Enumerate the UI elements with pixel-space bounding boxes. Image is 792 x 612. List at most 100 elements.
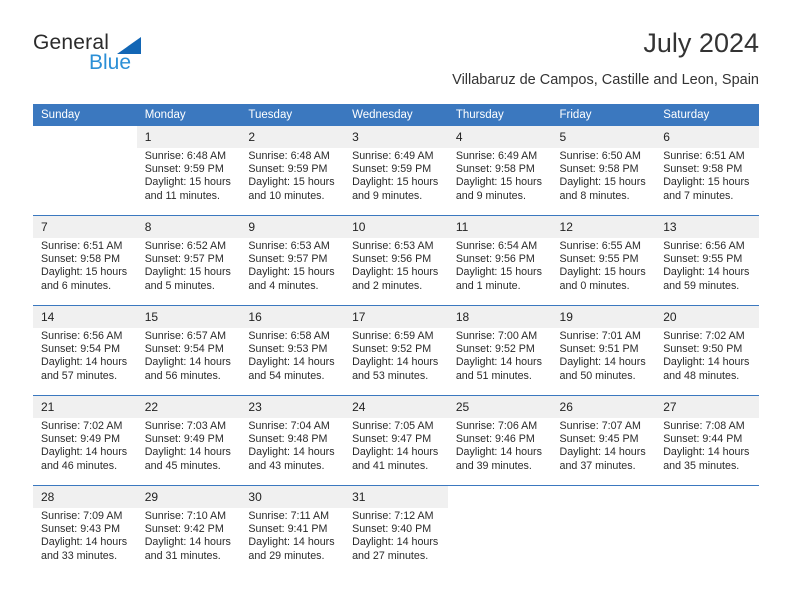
sunset-text: Sunset: 9:47 PM <box>352 433 432 446</box>
sunrise-text: Sunrise: 7:12 AM <box>352 510 434 522</box>
calendar-day-cell[interactable]: 7 Sunrise: 6:51 AM Sunset: 9:58 PM Daylight… <box>33 215 137 306</box>
calendar-day-cell[interactable]: 20 Sunrise: 7:02 AM Sunset: 9:50 PM Dayligh… <box>655 305 759 396</box>
day-number: 19 <box>551 306 656 328</box>
day-number: 8 <box>136 216 241 238</box>
calendar-day-cell[interactable]: 29 Sunrise: 7:10 AM Sunset: 9:42 PM Dayligh… <box>136 485 241 575</box>
calendar-day-cell[interactable]: 10 Sunrise: 6:53 AM Sunset: 9:56 PM Dayligh… <box>344 215 448 306</box>
page-subtitle-location: Villabaruz de Campos, Castille and Leon,… <box>452 72 759 88</box>
day-cell-inner: 3 Sunrise: 6:49 AM Sunset: 9:59 PM Daylight… <box>344 126 448 215</box>
daylight-text-line2: and 29 minutes. <box>248 549 325 562</box>
daylight-text-line1: Daylight: 14 hours <box>41 536 128 549</box>
daylight-text-line1: Daylight: 14 hours <box>663 446 750 459</box>
daylight-text-line1: Daylight: 15 hours <box>144 266 231 279</box>
calendar-day-cell[interactable]: 30 Sunrise: 7:11 AM Sunset: 9:41 PM Dayligh… <box>240 485 345 575</box>
day-number: 22 <box>136 396 241 418</box>
column-header-saturday: Saturday <box>655 104 759 126</box>
calendar-day-cell[interactable]: 15 Sunrise: 6:57 AM Sunset: 9:54 PM Dayligh… <box>136 305 241 396</box>
calendar-day-cell[interactable]: 4 Sunrise: 6:49 AM Sunset: 9:58 PM Daylight… <box>447 126 552 216</box>
column-header-wednesday: Wednesday <box>344 104 448 126</box>
daylight-text-line2: and 48 minutes. <box>663 369 740 382</box>
sunrise-text: Sunrise: 6:56 AM <box>41 330 123 342</box>
day-cell-inner: 4 Sunrise: 6:49 AM Sunset: 9:58 PM Daylight… <box>447 126 552 215</box>
day-sun-info: Sunrise: 7:01 AM Sunset: 9:51 PM Daylight:… <box>552 328 656 383</box>
calendar-day-cell[interactable]: 22 Sunrise: 7:03 AM Sunset: 9:49 PM Dayligh… <box>136 395 241 486</box>
day-cell-inner: 5 Sunrise: 6:50 AM Sunset: 9:58 PM Daylight… <box>551 126 656 215</box>
day-sun-info: Sunrise: 6:53 AM Sunset: 9:56 PM Daylight:… <box>344 238 448 293</box>
calendar-day-cell[interactable]: 11 Sunrise: 6:54 AM Sunset: 9:56 PM Dayligh… <box>447 215 552 306</box>
sunset-text: Sunset: 9:50 PM <box>663 343 743 356</box>
calendar-day-cell[interactable]: 5 Sunrise: 6:50 AM Sunset: 9:58 PM Daylight… <box>551 126 656 216</box>
calendar-cell-empty <box>551 485 656 575</box>
day-cell-inner <box>551 486 656 575</box>
calendar-day-cell[interactable]: 16 Sunrise: 6:58 AM Sunset: 9:53 PM Dayligh… <box>240 305 345 396</box>
sunrise-text: Sunrise: 7:04 AM <box>248 420 330 432</box>
daylight-text-line1: Daylight: 14 hours <box>559 446 646 459</box>
daylight-text-line2: and 4 minutes. <box>248 279 319 292</box>
sunset-text: Sunset: 9:59 PM <box>352 163 432 176</box>
daylight-text-line1: Daylight: 15 hours <box>352 176 439 189</box>
day-cell-inner: 12 Sunrise: 6:55 AM Sunset: 9:55 PM Dayligh… <box>551 216 656 305</box>
calendar-day-cell[interactable]: 9 Sunrise: 6:53 AM Sunset: 9:57 PM Daylight… <box>240 215 345 306</box>
daylight-text-line2: and 31 minutes. <box>144 549 221 562</box>
calendar-day-cell[interactable]: 12 Sunrise: 6:55 AM Sunset: 9:55 PM Dayligh… <box>551 215 656 306</box>
sunrise-text: Sunrise: 6:59 AM <box>352 330 434 342</box>
daylight-text-line1: Daylight: 14 hours <box>248 446 335 459</box>
day-number: 31 <box>344 486 448 508</box>
day-cell-inner: 23 Sunrise: 7:04 AM Sunset: 9:48 PM Dayligh… <box>240 396 345 485</box>
calendar-day-cell[interactable]: 26 Sunrise: 7:07 AM Sunset: 9:45 PM Dayligh… <box>551 395 656 486</box>
day-cell-inner: 17 Sunrise: 6:59 AM Sunset: 9:52 PM Dayligh… <box>344 306 448 395</box>
calendar-day-cell[interactable]: 17 Sunrise: 6:59 AM Sunset: 9:52 PM Dayligh… <box>344 305 448 396</box>
calendar-day-cell[interactable]: 21 Sunrise: 7:02 AM Sunset: 9:49 PM Dayligh… <box>33 395 137 486</box>
calendar-day-cell[interactable]: 25 Sunrise: 7:06 AM Sunset: 9:46 PM Dayligh… <box>447 395 552 486</box>
calendar-day-cell[interactable]: 8 Sunrise: 6:52 AM Sunset: 9:57 PM Daylight… <box>136 215 241 306</box>
daylight-text-line2: and 9 minutes. <box>352 189 423 202</box>
page-header: General Blue July 2024 Villabaruz de Cam… <box>33 28 759 96</box>
calendar-page: General Blue July 2024 Villabaruz de Cam… <box>0 0 792 612</box>
sunset-text: Sunset: 9:58 PM <box>663 163 743 176</box>
sunset-text: Sunset: 9:57 PM <box>248 253 328 266</box>
day-number: 13 <box>655 216 759 238</box>
calendar-day-cell[interactable]: 13 Sunrise: 6:56 AM Sunset: 9:55 PM Dayligh… <box>655 215 759 306</box>
daylight-text-line1: Daylight: 14 hours <box>559 356 646 369</box>
calendar-cell-empty <box>33 126 137 216</box>
daylight-text-line2: and 5 minutes. <box>144 279 215 292</box>
day-cell-inner: 10 Sunrise: 6:53 AM Sunset: 9:56 PM Dayligh… <box>344 216 448 305</box>
sunset-text: Sunset: 9:41 PM <box>248 523 328 536</box>
day-sun-info: Sunrise: 6:58 AM Sunset: 9:53 PM Daylight:… <box>240 328 344 383</box>
calendar-day-cell[interactable]: 1 Sunrise: 6:48 AM Sunset: 9:59 PM Daylight… <box>136 126 241 216</box>
daylight-text-line2: and 39 minutes. <box>455 459 532 472</box>
day-cell-inner: 14 Sunrise: 6:56 AM Sunset: 9:54 PM Dayligh… <box>33 306 137 395</box>
sunset-text: Sunset: 9:58 PM <box>455 163 535 176</box>
calendar-day-cell[interactable]: 3 Sunrise: 6:49 AM Sunset: 9:59 PM Daylight… <box>344 126 448 216</box>
calendar-day-cell[interactable]: 31 Sunrise: 7:12 AM Sunset: 9:40 PM Dayligh… <box>344 485 448 575</box>
calendar-day-cell[interactable]: 6 Sunrise: 6:51 AM Sunset: 9:58 PM Daylight… <box>655 126 759 216</box>
calendar-day-cell[interactable]: 2 Sunrise: 6:48 AM Sunset: 9:59 PM Daylight… <box>240 126 345 216</box>
daylight-text-line1: Daylight: 14 hours <box>352 446 439 459</box>
calendar-day-cell[interactable]: 14 Sunrise: 6:56 AM Sunset: 9:54 PM Dayligh… <box>33 305 137 396</box>
daylight-text-line2: and 0 minutes. <box>559 279 630 292</box>
daylight-text-line2: and 9 minutes. <box>455 189 526 202</box>
calendar-day-cell[interactable]: 23 Sunrise: 7:04 AM Sunset: 9:48 PM Dayligh… <box>240 395 345 486</box>
calendar-day-cell[interactable]: 19 Sunrise: 7:01 AM Sunset: 9:51 PM Dayligh… <box>551 305 656 396</box>
calendar-day-cell[interactable]: 18 Sunrise: 7:00 AM Sunset: 9:52 PM Dayligh… <box>447 305 552 396</box>
daylight-text-line1: Daylight: 14 hours <box>248 356 335 369</box>
day-sun-info <box>448 508 552 510</box>
calendar-cell-empty <box>655 485 759 575</box>
sunset-text: Sunset: 9:45 PM <box>559 433 639 446</box>
day-cell-inner: 7 Sunrise: 6:51 AM Sunset: 9:58 PM Daylight… <box>33 216 137 305</box>
day-number: 14 <box>33 306 137 328</box>
calendar-day-cell[interactable]: 24 Sunrise: 7:05 AM Sunset: 9:47 PM Dayligh… <box>344 395 448 486</box>
day-number: 25 <box>447 396 552 418</box>
day-sun-info: Sunrise: 6:56 AM Sunset: 9:55 PM Daylight:… <box>655 238 759 293</box>
sunset-text: Sunset: 9:52 PM <box>352 343 432 356</box>
sunset-text: Sunset: 9:55 PM <box>559 253 639 266</box>
calendar-day-cell[interactable]: 27 Sunrise: 7:08 AM Sunset: 9:44 PM Dayligh… <box>655 395 759 486</box>
day-cell-inner: 31 Sunrise: 7:12 AM Sunset: 9:40 PM Dayligh… <box>344 486 448 575</box>
sunset-text: Sunset: 9:54 PM <box>144 343 224 356</box>
sunrise-text: Sunrise: 6:53 AM <box>352 240 434 252</box>
day-sun-info: Sunrise: 6:54 AM Sunset: 9:56 PM Daylight:… <box>448 238 552 293</box>
calendar-day-cell[interactable]: 28 Sunrise: 7:09 AM Sunset: 9:43 PM Dayligh… <box>33 485 137 575</box>
daylight-text-line1: Daylight: 14 hours <box>144 356 231 369</box>
sunrise-text: Sunrise: 7:01 AM <box>559 330 641 342</box>
daylight-text-line2: and 43 minutes. <box>248 459 325 472</box>
